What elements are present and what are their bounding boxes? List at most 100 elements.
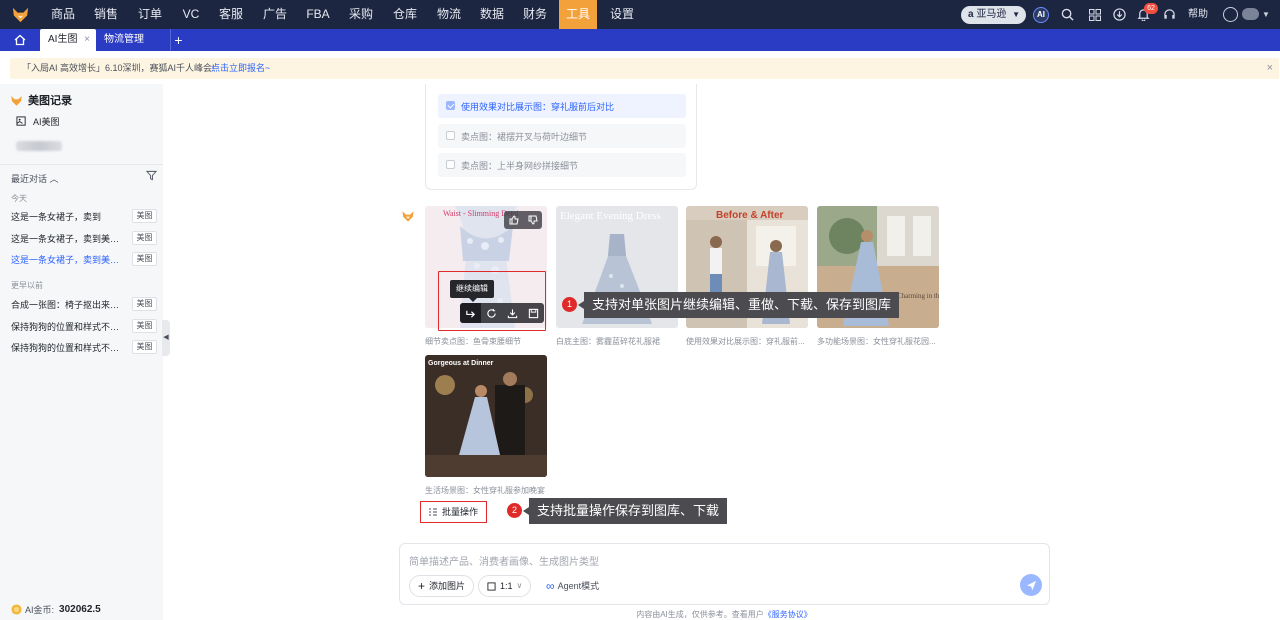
- continue-edit-icon[interactable]: [460, 303, 481, 323]
- user-name-redacted[interactable]: [1242, 8, 1259, 20]
- conversation-item[interactable]: 合成一张图：椅子抠出来放在... 美图: [0, 294, 160, 315]
- conversation-item-active[interactable]: 这是一条女裙子，卖到美国。... 美图: [0, 249, 160, 270]
- aspect-ratio-select[interactable]: 1:1 ∨: [478, 575, 532, 597]
- home-tab[interactable]: [0, 29, 40, 51]
- menu-warehouse[interactable]: 仓库: [386, 0, 424, 29]
- chevron-down-icon: ▼: [1012, 10, 1020, 19]
- svg-text:Charming in the Garden: Charming in the Garden: [897, 292, 939, 300]
- menu-service[interactable]: 客服: [212, 0, 250, 29]
- footer-disclaimer: 内容由AI生成，仅供参考。查看用户《服务协议》: [636, 610, 812, 619]
- image-edit-icon: [16, 116, 26, 126]
- divider: [0, 164, 163, 165]
- download-icon[interactable]: [502, 303, 523, 323]
- checkbox[interactable]: [446, 131, 455, 140]
- send-button[interactable]: [1020, 574, 1042, 596]
- callout-label: 支持对单张图片继续编辑、重做、下载、保存到图库: [577, 292, 900, 318]
- recent-conversations-header[interactable]: 最近对话 ︿: [11, 172, 59, 185]
- close-icon[interactable]: ×: [84, 29, 90, 51]
- sidebar-item-ai-image[interactable]: AI美图: [16, 115, 60, 128]
- conversation-item[interactable]: 保持狗狗的位置和样式不变，... 美图: [0, 337, 160, 358]
- option-item[interactable]: 卖点图：上半身网纱拼接细节: [438, 153, 686, 177]
- top-nav: 商品 销售 订单 VC 客服 广告 FBA 采购 仓库 物流 数据 财务 工具 …: [0, 0, 1280, 29]
- group-label-earlier: 更早以前: [11, 281, 43, 290]
- conversation-tag: 美图: [132, 340, 157, 354]
- banner-signup-link[interactable]: 点击立即报名~: [211, 58, 270, 79]
- tab-ai-image[interactable]: AI生图 ×: [40, 29, 96, 51]
- store-select[interactable]: a 亚马逊 ▼: [961, 6, 1026, 24]
- dinner-scene-image: Gorgeous at Dinner: [425, 355, 547, 477]
- plus-icon: +: [418, 579, 426, 593]
- checkbox[interactable]: [446, 101, 455, 110]
- conversation-item[interactable]: 这是一条女裙子，卖到 美图: [0, 206, 160, 227]
- conversation-tag: 美图: [132, 209, 157, 223]
- redacted-item[interactable]: [16, 141, 62, 151]
- terms-link[interactable]: 《服务协议》: [764, 610, 812, 619]
- regenerate-icon[interactable]: [481, 303, 502, 323]
- chevron-down-icon: ∨: [516, 581, 523, 590]
- sidebar-title: 美图记录: [10, 92, 72, 108]
- download-icon[interactable]: [1111, 0, 1127, 29]
- conversation-tag: 美图: [132, 297, 157, 311]
- option-item-selected[interactable]: 使用效果对比展示图：穿礼服前后对比: [438, 94, 686, 118]
- image-type-options-card: 使用效果对比展示图：穿礼服前后对比 卖点图：裙摆开叉与荷叶边细节 卖点图：上半身…: [425, 84, 697, 190]
- amazon-icon: a: [968, 9, 974, 20]
- filter-icon[interactable]: [146, 170, 157, 181]
- menu-data[interactable]: 数据: [473, 0, 511, 29]
- batch-operation-button[interactable]: 批量操作: [420, 501, 487, 523]
- add-image-button[interactable]: + 添加图片: [409, 575, 475, 597]
- svg-text:Before & After: Before & After: [716, 210, 784, 221]
- sidebar: 美图记录 AI美图 最近对话 ︿ 今天 这是一条女裙子，卖到 美图 这是一条女裙…: [0, 84, 163, 620]
- feedback-buttons: [504, 211, 542, 229]
- thumbs-up-icon[interactable]: [504, 211, 523, 229]
- menu-settings[interactable]: 设置: [603, 0, 641, 29]
- menu-vc[interactable]: VC: [176, 0, 206, 29]
- conversation-tag: 美图: [132, 231, 157, 245]
- conversation-item[interactable]: 这是一条女裙子，卖到美国。... 美图: [0, 228, 160, 249]
- menu-products[interactable]: 商品: [44, 0, 82, 29]
- add-tab-button[interactable]: +: [170, 29, 186, 51]
- save-to-gallery-icon[interactable]: [523, 303, 544, 323]
- menu-sales[interactable]: 销售: [87, 0, 125, 29]
- ai-assistant-icon[interactable]: AI: [1033, 7, 1049, 23]
- generated-image-5[interactable]: Gorgeous at Dinner: [425, 355, 547, 477]
- menu-fba[interactable]: FBA: [300, 0, 336, 29]
- menu-finance[interactable]: 财务: [516, 0, 554, 29]
- close-icon[interactable]: ×: [1267, 58, 1273, 79]
- option-item[interactable]: 卖点图：裙摆开叉与荷叶边细节: [438, 124, 686, 148]
- conversation-item[interactable]: 保持狗狗的位置和样式不变，... 美图: [0, 316, 160, 337]
- menu-ads[interactable]: 广告: [256, 0, 294, 29]
- chevron-down-icon[interactable]: ▼: [1262, 0, 1270, 29]
- headset-icon[interactable]: [1161, 0, 1177, 29]
- image-caption: 使用效果对比展示图：穿礼服前...: [686, 337, 805, 346]
- image-caption: 细节卖点图：鱼骨束腰细节: [425, 337, 521, 346]
- menu-tools[interactable]: 工具: [559, 0, 597, 29]
- home-icon: [14, 34, 26, 46]
- apps-grid-icon[interactable]: [1087, 0, 1103, 29]
- menu-purchase[interactable]: 采购: [342, 0, 380, 29]
- square-icon: [487, 581, 496, 591]
- conversation-tag: 美图: [132, 319, 157, 333]
- help-link[interactable]: 帮助: [1188, 0, 1208, 29]
- user-avatar-icon[interactable]: [1223, 7, 1238, 22]
- infinity-icon: ∞: [546, 579, 555, 593]
- prompt-input[interactable]: 简单描述产品、消费者画像、生成图片类型: [409, 553, 599, 568]
- fox-logo-icon: [11, 95, 22, 106]
- menu-orders[interactable]: 订单: [131, 0, 169, 29]
- svg-text:Elegant Evening Dress: Elegant Evening Dress: [560, 210, 661, 222]
- fox-logo-icon[interactable]: [11, 5, 30, 24]
- checkbox[interactable]: [446, 160, 455, 169]
- send-icon: [1026, 580, 1036, 590]
- search-icon[interactable]: [1059, 0, 1075, 29]
- callout-number: 1: [562, 297, 577, 312]
- menu-logistics[interactable]: 物流: [430, 0, 468, 29]
- promo-banner: 「入局AI 高效增长」6.10深圳，赛狐AI千人峰会! 点击立即报名~ ×: [10, 58, 1279, 79]
- bot-avatar-icon: [399, 207, 417, 225]
- prompt-composer: 简单描述产品、消费者画像、生成图片类型 + 添加图片 1:1 ∨ ∞ Agent…: [399, 543, 1050, 605]
- tab-logistics[interactable]: 物流管理: [96, 29, 166, 51]
- sidebar-collapse-handle[interactable]: ◀: [162, 320, 170, 356]
- conversation-tag: 美图: [132, 252, 157, 266]
- agent-mode-toggle[interactable]: ∞ Agent模式: [546, 575, 599, 597]
- thumbs-down-icon[interactable]: [523, 211, 542, 229]
- image-caption: 生活场景图：女性穿礼服参加晚宴: [425, 486, 545, 495]
- list-check-icon: [429, 508, 437, 516]
